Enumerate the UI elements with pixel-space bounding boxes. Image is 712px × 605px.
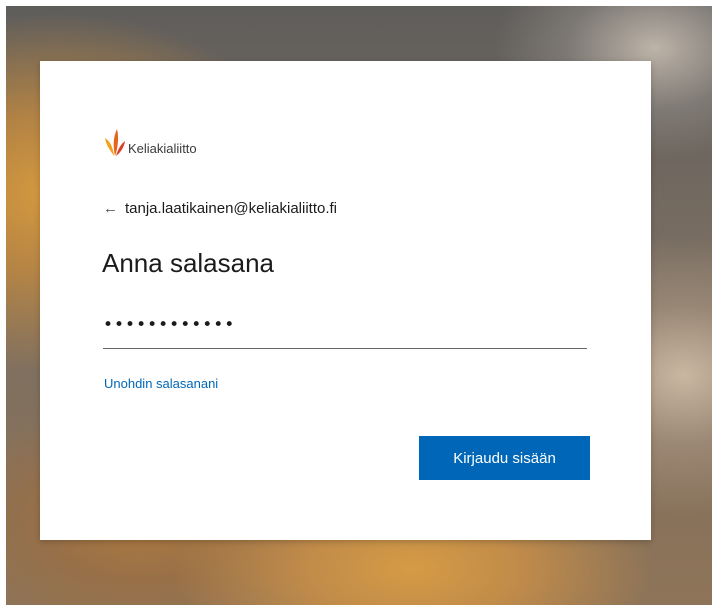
login-screen: Keliakialiitto ← tanja.laatikainen@kelia…	[0, 0, 712, 605]
account-email: tanja.laatikainen@keliakialiitto.fi	[125, 200, 338, 217]
logo-text: Keliakialiitto	[128, 141, 197, 156]
top-edge	[0, 0, 712, 6]
arrow-left-icon[interactable]: ←	[103, 200, 118, 217]
organization-logo: Keliakialiitto	[104, 127, 197, 157]
sign-in-card: Keliakialiitto ← tanja.laatikainen@kelia…	[40, 61, 651, 540]
password-field-container	[103, 308, 587, 349]
wheat-logo-icon	[105, 129, 125, 156]
forgot-password-link[interactable]: Unohdin salasanani	[104, 376, 218, 391]
left-edge	[0, 0, 6, 605]
page-title: Anna salasana	[102, 248, 275, 278]
identity-banner: ← tanja.laatikainen@keliakialiitto.fi	[103, 200, 337, 217]
password-input[interactable]	[103, 308, 587, 342]
sign-in-button[interactable]: Kirjaudu sisään	[419, 436, 590, 480]
